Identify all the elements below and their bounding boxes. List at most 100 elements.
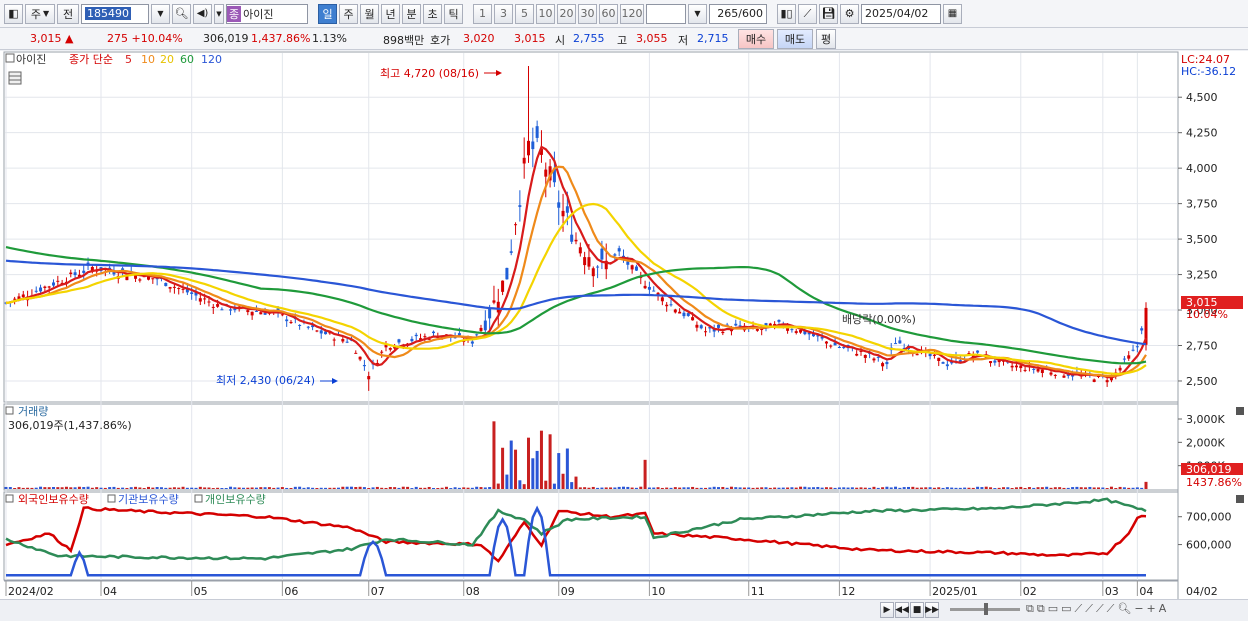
calendar-icon[interactable]: ▦: [943, 3, 962, 24]
candle-body: [1040, 369, 1044, 373]
layout-icon-3[interactable]: ▭: [1048, 602, 1058, 616]
candle-body: [643, 285, 647, 289]
line-type-icon[interactable]: ⟋: [798, 3, 817, 24]
search-icon[interactable]: 🔍︎: [172, 3, 191, 24]
trade-amount: 898백만: [383, 34, 425, 47]
zoom-slider-handle[interactable]: [984, 603, 988, 615]
table-icon[interactable]: [8, 71, 22, 85]
code-input[interactable]: 185490: [81, 3, 149, 24]
volume-bar: [652, 487, 656, 489]
minute-5[interactable]: 5: [515, 3, 534, 24]
custom-period-input[interactable]: [646, 3, 686, 24]
volume-bar: [337, 487, 340, 489]
chart-area[interactable]: 아이진 종가 단순 5 10 20 60 120 최고 4,720 (08/16…: [0, 51, 1248, 599]
minute-10[interactable]: 10: [536, 3, 555, 24]
forward-icon[interactable]: ▶▶: [925, 602, 939, 618]
prev-button[interactable]: 전: [57, 3, 79, 24]
volume-bar: [596, 487, 600, 489]
scroll-right-icon[interactable]: ▶: [880, 602, 894, 618]
volume-bar: [613, 487, 617, 489]
volume-bar: [673, 487, 677, 489]
count-field[interactable]: 265/600: [709, 3, 767, 24]
volume-bar: [656, 487, 660, 489]
volume-bar: [531, 458, 535, 489]
volume-bar: [272, 487, 276, 489]
volume-bar: [168, 487, 172, 489]
code-dropdown-icon[interactable]: ▼: [151, 3, 170, 24]
layout-icon-4[interactable]: ▭: [1061, 602, 1071, 616]
period-year[interactable]: 년: [381, 3, 400, 24]
volume-bar: [1023, 487, 1027, 489]
volume-bar: [552, 483, 556, 489]
volume-bar: [43, 487, 47, 489]
sell-button[interactable]: 매도: [777, 29, 813, 49]
legend-institution: 기관보유수량: [118, 493, 179, 506]
volume-bar: [1045, 486, 1049, 489]
draw-icon-2[interactable]: ⟋: [1085, 602, 1093, 616]
minute-30[interactable]: 30: [578, 3, 597, 24]
rewind-icon[interactable]: ◀◀: [895, 602, 909, 618]
avg-button[interactable]: 평: [816, 29, 836, 49]
candle-body: [721, 331, 725, 334]
layout-icon-2[interactable]: ⧉: [1037, 602, 1045, 616]
volume-rate: 1,437.86%: [251, 32, 311, 45]
minute-20[interactable]: 20: [557, 3, 576, 24]
market-select[interactable]: 주 ▼: [25, 3, 55, 24]
volume-bar: [30, 487, 34, 489]
volume-bar: [971, 487, 975, 489]
date-input[interactable]: 2025/04/02: [861, 3, 941, 24]
period-day[interactable]: 일: [318, 3, 337, 24]
chart-type-icon[interactable]: ◧: [4, 3, 23, 24]
period-minute[interactable]: 분: [402, 3, 421, 24]
stock-name-field[interactable]: 종 아이진: [226, 3, 308, 24]
holding-panel-close-icon[interactable]: [1236, 495, 1244, 503]
candle-body: [21, 294, 25, 298]
speaker-dropdown-icon[interactable]: ▼: [214, 3, 224, 24]
gear-icon[interactable]: ⚙: [840, 3, 859, 24]
volume-bar: [358, 486, 362, 489]
speaker-icon[interactable]: ◀): [193, 3, 212, 24]
volume-bar: [440, 487, 444, 489]
volume-bar: [138, 487, 142, 489]
candle-type-icon[interactable]: ▮▯: [777, 3, 796, 24]
period-month[interactable]: 월: [360, 3, 379, 24]
minute-120[interactable]: 120: [620, 3, 644, 24]
candle-body: [578, 247, 582, 254]
plus-icon[interactable]: +: [1147, 602, 1156, 616]
candle-body: [1122, 358, 1126, 360]
text-tool-icon[interactable]: A: [1159, 602, 1167, 616]
minute-3[interactable]: 3: [494, 3, 513, 24]
period-second[interactable]: 초: [423, 3, 442, 24]
candle-body: [647, 286, 651, 290]
candle-body: [362, 365, 366, 367]
minute-1[interactable]: 1: [473, 3, 492, 24]
minute-60[interactable]: 60: [599, 3, 618, 24]
custom-period-dropdown-icon[interactable]: ▼: [688, 3, 707, 24]
period-tick[interactable]: 틱: [444, 3, 463, 24]
volume-bar: [95, 487, 99, 489]
volume-bar: [362, 487, 366, 489]
layout-icon-1[interactable]: ⧉: [1026, 602, 1034, 616]
volume-bar: [950, 487, 954, 489]
volume-title: 거래량: [18, 405, 48, 418]
draw-icon-4[interactable]: ⟋: [1107, 602, 1115, 616]
zoom-icon[interactable]: 🔍︎: [1117, 602, 1131, 616]
period-week[interactable]: 주: [339, 3, 358, 24]
candle-body: [829, 345, 833, 347]
candle-body: [479, 327, 483, 331]
turnover-rate: 1.13%: [312, 32, 347, 45]
candle-body: [138, 279, 142, 281]
candle-body: [345, 341, 349, 343]
volume-bar: [695, 487, 699, 489]
candle-body: [254, 310, 258, 312]
minus-icon[interactable]: −: [1134, 602, 1143, 616]
draw-icon-3[interactable]: ⟋: [1096, 602, 1104, 616]
buy-button[interactable]: 매수: [738, 29, 774, 49]
candle-body: [682, 312, 686, 317]
draw-icon-1[interactable]: ⟋: [1075, 602, 1083, 616]
volume-panel-close-icon[interactable]: [1236, 407, 1244, 415]
last-price-pct: 10.04%: [1186, 308, 1228, 321]
candle-body: [1036, 369, 1040, 372]
save-icon[interactable]: 💾︎: [819, 3, 838, 24]
stop-icon[interactable]: ■: [910, 602, 924, 618]
